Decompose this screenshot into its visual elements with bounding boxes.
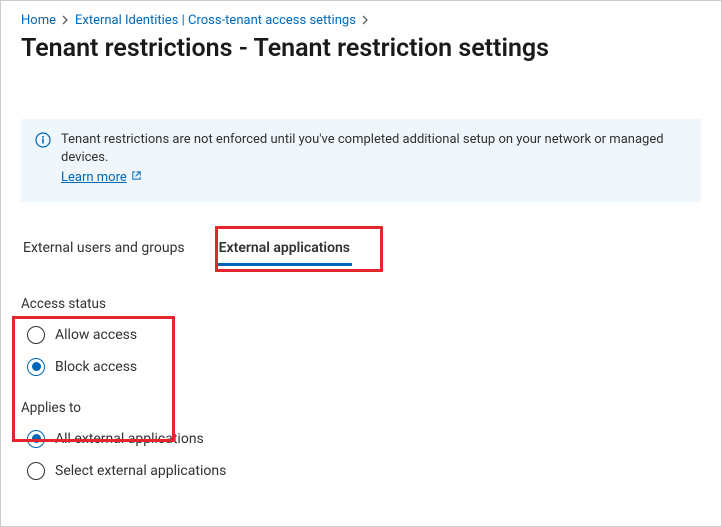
breadcrumb-home[interactable]: Home (21, 13, 56, 28)
breadcrumb: Home External Identities | Cross-tenant … (21, 13, 701, 28)
learn-more-link[interactable]: Learn more (61, 169, 142, 187)
radio-allow-access[interactable]: Allow access (27, 326, 701, 344)
access-status-title: Access status (21, 296, 701, 312)
radio-all-label: All external applications (55, 431, 204, 447)
radio-icon (27, 326, 45, 344)
radio-select-external-applications[interactable]: Select external applications (27, 462, 701, 480)
radio-icon (27, 358, 45, 376)
section-applies-to: Applies to All external applications Sel… (21, 400, 701, 480)
radio-icon (27, 430, 45, 448)
tab-external-applications[interactable]: External applications (217, 232, 352, 266)
radio-block-label: Block access (55, 359, 137, 375)
chevron-right-icon (62, 15, 69, 27)
learn-more-label: Learn more (61, 169, 127, 187)
page-title: Tenant restrictions - Tenant restriction… (21, 34, 701, 63)
tab-external-users-groups[interactable]: External users and groups (21, 232, 187, 266)
radio-allow-label: Allow access (55, 327, 137, 343)
radio-icon (27, 462, 45, 480)
info-banner-text: Tenant restrictions are not enforced unt… (61, 132, 664, 165)
info-banner: Tenant restrictions are not enforced unt… (21, 119, 701, 202)
info-icon (35, 131, 51, 188)
tabs: External users and groups External appli… (21, 232, 701, 266)
section-access-status: Access status Allow access Block access (21, 296, 701, 376)
breadcrumb-external-identities[interactable]: External Identities | Cross-tenant acces… (75, 13, 356, 28)
radio-block-access[interactable]: Block access (27, 358, 701, 376)
applies-to-title: Applies to (21, 400, 701, 416)
radio-select-label: Select external applications (55, 463, 226, 479)
radio-all-external-applications[interactable]: All external applications (27, 430, 701, 448)
external-link-icon (131, 169, 142, 187)
chevron-right-icon (362, 15, 369, 27)
